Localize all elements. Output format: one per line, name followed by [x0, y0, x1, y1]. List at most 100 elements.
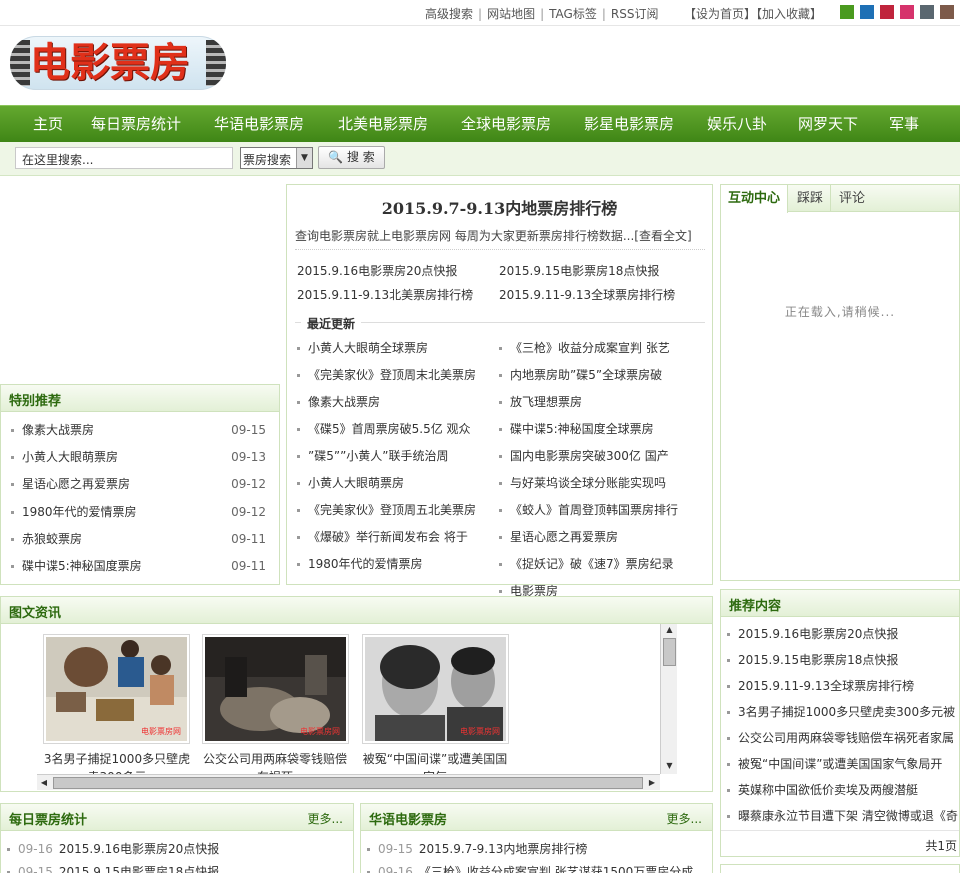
news-item[interactable]: 09-15 2015.9.15电影票房18点快报: [7, 863, 347, 873]
recent-item-text: 像素大战票房: [308, 395, 381, 409]
theme-pink-swatch[interactable]: [900, 5, 914, 19]
nav-entertainment[interactable]: 娱乐八卦: [707, 106, 767, 142]
scroll-left-icon[interactable]: ◀: [37, 776, 51, 790]
recent-item[interactable]: 《完美家伙》登顶周五北美票房: [297, 501, 492, 518]
news-item-date: 09-15: [378, 842, 413, 856]
news-item[interactable]: 09-15 2015.9.7-9.13内地票房排行榜: [367, 840, 707, 857]
recommend-item[interactable]: 公交公司用两麻袋零钱赔偿车祸死者家属: [727, 729, 959, 746]
favorite-links: 【设为首页】【加入收藏】: [684, 5, 822, 22]
photo-item[interactable]: 电影票房网: [43, 634, 190, 744]
recent-item[interactable]: 《捉妖记》破《速7》票房纪录: [499, 555, 704, 572]
recent-item[interactable]: 1980年代的爱情票房: [297, 555, 492, 572]
photo-watermark: 电影票房网: [300, 727, 340, 736]
bullet-icon: [297, 374, 300, 377]
recent-item[interactable]: 与好莱坞谈全球分账能实现吗: [499, 474, 704, 491]
news-item[interactable]: 09-16 《三枪》收益分成案宣判 张艺谋获1500万票房分成: [367, 863, 707, 873]
more-link[interactable]: 更多...: [667, 810, 702, 827]
special-item[interactable]: 星语心愿之再爱票房 09-12: [11, 475, 266, 493]
theme-blue-swatch[interactable]: [860, 5, 874, 19]
search-type-select[interactable]: 票房搜索 ▼: [240, 147, 313, 169]
photo-item[interactable]: 电影票房网: [362, 634, 509, 744]
nav-star-box-office[interactable]: 影星电影票房: [584, 106, 674, 142]
sitemap-link[interactable]: 网站地图: [487, 7, 535, 21]
recent-item[interactable]: 国内电影票房突破300亿 国产: [499, 447, 704, 464]
recommend-item[interactable]: 曝蔡康永泣节目遭下架 清空微博或退《奇: [727, 807, 959, 824]
recent-item[interactable]: 《爆破》举行新闻发布会 将于: [297, 528, 492, 545]
headline-link[interactable]: 2015.9.11-9.13全球票房排行榜: [499, 286, 675, 303]
bullet-icon: [499, 374, 502, 377]
scroll-right-icon[interactable]: ▶: [645, 776, 659, 790]
recommend-item[interactable]: 3名男子捕捉1000多只壁虎卖300多元被: [727, 703, 959, 720]
headline-summary[interactable]: 查询电影票房就上电影票房网 每周为大家更新票房排行榜数据...[查看全文]: [295, 227, 705, 244]
nav-chinese-box-office[interactable]: 华语电影票房: [214, 106, 304, 142]
nav-global-box-office[interactable]: 全球电影票房: [461, 106, 551, 142]
bullet-icon: [499, 590, 502, 593]
special-item[interactable]: 赤狼蛟票房 09-11: [11, 530, 266, 548]
recommend-item[interactable]: 被冤“中国间谍”或遭美国国家气象局开: [727, 755, 959, 772]
news-item[interactable]: 09-16 2015.9.16电影票房20点快报: [7, 840, 347, 857]
headline-link[interactable]: 2015.9.11-9.13北美票房排行榜: [297, 286, 473, 303]
recent-item[interactable]: 小黄人大眼萌票房: [297, 474, 492, 491]
recommend-item-text: 曝蔡康永泣节目遭下架 清空微博或退《奇: [738, 809, 958, 823]
recommend-item[interactable]: 2015.9.11-9.13全球票房排行榜: [727, 677, 959, 694]
recommend-item[interactable]: 2015.9.15电影票房18点快报: [727, 651, 959, 668]
search-button[interactable]: 🔍 搜 索: [318, 146, 385, 169]
headline-link[interactable]: 2015.9.16电影票房20点快报: [297, 262, 457, 279]
logo-text: 电影票房网: [30, 39, 190, 91]
recent-item[interactable]: 《碟5》首周票房破5.5亿 观众: [297, 420, 492, 437]
site-logo[interactable]: 电影票房网: [10, 36, 226, 90]
rss-link[interactable]: RSS订阅: [611, 7, 659, 21]
bullet-icon: [727, 815, 730, 818]
recommend-item[interactable]: 2015.9.16电影票房20点快报: [727, 625, 959, 642]
scroll-up-icon[interactable]: ▲: [662, 624, 677, 636]
recent-item[interactable]: 《蛟人》首周登顶韩国票房排行: [499, 501, 704, 518]
tag-link[interactable]: TAG标签: [549, 7, 597, 21]
recent-item[interactable]: ”碟5””小黄人”联手统治周: [297, 447, 492, 464]
special-item[interactable]: 碟中谍5:神秘国度票房 09-11: [11, 557, 266, 575]
bullet-icon: [499, 536, 502, 539]
headline-title[interactable]: 2015.9.7-9.13内地票房排行榜: [287, 195, 712, 219]
recent-item[interactable]: 放飞理想票房: [499, 393, 704, 410]
nav-daily-box-office[interactable]: 每日票房统计: [91, 106, 181, 142]
special-item[interactable]: 像素大战票房 09-15: [11, 421, 266, 439]
more-link[interactable]: 更多...: [308, 810, 343, 827]
photo-vertical-scrollbar[interactable]: ▲ ▼: [660, 624, 677, 774]
recent-item[interactable]: 碟中谍5:神秘国度全球票房: [499, 420, 704, 437]
recent-item[interactable]: 像素大战票房: [297, 393, 492, 410]
scroll-thumb[interactable]: [663, 638, 676, 666]
theme-gray-swatch[interactable]: [920, 5, 934, 19]
search-input[interactable]: 在这里搜索...: [15, 147, 233, 169]
news-item-text: 《三枪》收益分成案宣判 张艺谋获1500万票房分成: [418, 865, 694, 873]
theme-red-swatch[interactable]: [880, 5, 894, 19]
recommend-item[interactable]: 英媒称中国欲低价卖埃及两艘潜艇: [727, 781, 959, 798]
nav-military[interactable]: 军事: [889, 106, 919, 142]
chinese-box-office-panel: 华语电影票房 更多... 09-15 2015.9.7-9.13内地票房排行榜 09-…: [360, 803, 713, 873]
special-item[interactable]: 小黄人大眼萌票房 09-13: [11, 448, 266, 466]
advanced-search-link[interactable]: 高级搜索: [425, 7, 473, 21]
news-item-text: 2015.9.7-9.13内地票房排行榜: [418, 842, 588, 856]
headline-link[interactable]: 2015.9.15电影票房18点快报: [499, 262, 659, 279]
scroll-thumb[interactable]: [53, 777, 643, 789]
photo-horizontal-scrollbar[interactable]: ◀ ▶: [37, 774, 660, 790]
theme-green-swatch[interactable]: [840, 5, 854, 19]
scroll-down-icon[interactable]: ▼: [662, 760, 677, 772]
recent-item[interactable]: 内地票房助”碟5”全球票房破: [499, 366, 704, 383]
theme-brown-swatch[interactable]: [940, 5, 954, 19]
recent-item[interactable]: 《完美家伙》登顶周末北美票房: [297, 366, 492, 383]
tab-comments[interactable]: 评论: [832, 185, 872, 212]
bullet-icon: [499, 563, 502, 566]
nav-web-collection[interactable]: 网罗天下: [798, 106, 858, 142]
tab-vote[interactable]: 踩踩: [790, 185, 832, 212]
nav-north-america-box-office[interactable]: 北美电影票房: [338, 106, 428, 142]
tab-interactive-center[interactable]: 互动中心: [721, 185, 789, 213]
photo-item[interactable]: 电影票房网: [202, 634, 349, 744]
recent-item[interactable]: 小黄人大眼萌全球票房: [297, 339, 492, 356]
recent-item[interactable]: 星语心愿之再爱票房: [499, 528, 704, 545]
special-item[interactable]: 1980年代的爱情票房 09-12: [11, 503, 266, 521]
set-homepage-link[interactable]: 【设为首页】: [684, 7, 756, 21]
photo-news-panel: 图文资讯 电影票房网 3名男子捕捉1000多只壁虎卖300多元: [0, 596, 713, 792]
add-favorite-link[interactable]: 【加入收藏】: [756, 7, 822, 21]
recent-item-text: 放飞理想票房: [510, 395, 583, 409]
nav-home[interactable]: 主页: [33, 106, 63, 142]
recent-item[interactable]: 《三枪》收益分成案宣判 张艺: [499, 339, 704, 356]
